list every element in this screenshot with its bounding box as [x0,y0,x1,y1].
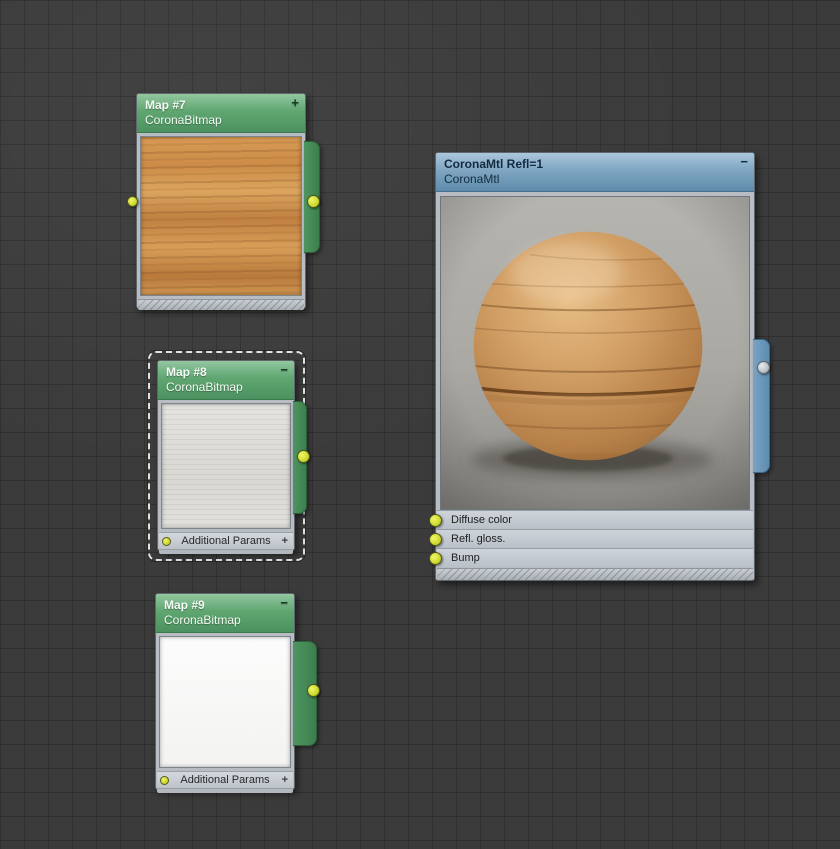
collapse-icon[interactable]: − [740,155,748,169]
slot-row-diffuse-color[interactable]: Diffuse color [429,510,753,529]
map9-additional-params-row[interactable]: Additional Params + [157,771,293,788]
node-map9[interactable]: Map #9 CoronaBitmap − Additional Params … [155,593,320,793]
map7-resize-grip[interactable] [138,299,304,310]
map9-subtitle: CoronaBitmap [164,613,241,627]
material-render-preview[interactable] [440,196,750,510]
map8-subtitle: CoronaBitmap [166,380,243,394]
node-graph-canvas[interactable]: Map #7 CoronaBitmap + Map #8 CoronaBitma… [0,0,840,849]
diffuse-color-input-socket[interactable] [429,514,442,527]
slot-label-diffuse-color: Diffuse color [451,514,512,526]
map7-bitmap-preview[interactable] [140,136,302,296]
material-header[interactable]: CoronaMtl Refl=1 CoronaMtl − [436,153,754,192]
map9-output-socket[interactable] [307,684,320,697]
map8-output-socket[interactable] [297,450,310,463]
collapse-icon[interactable]: − [280,596,288,610]
material-output-tab[interactable] [753,339,770,473]
map8-bottom-strip [159,549,293,554]
map8-title: Map #8 [166,365,207,379]
bump-input-socket[interactable] [429,552,442,565]
map8-bitmap-preview[interactable] [161,403,291,529]
map9-params-label: Additional Params [180,774,270,786]
slot-label-bump: Bump [451,552,480,564]
map7-title: Map #7 [145,98,186,112]
refl-gloss-input-socket[interactable] [429,533,442,546]
map7-input-socket[interactable] [127,196,138,207]
slot-row-refl-gloss[interactable]: Refl. gloss. [429,529,753,548]
map9-header[interactable]: Map #9 CoronaBitmap − [156,594,294,633]
map9-bottom-strip [157,788,293,793]
map9-params-socket[interactable] [160,776,169,785]
map9-title: Map #9 [164,598,205,612]
node-map7[interactable]: Map #7 CoronaBitmap + [127,93,320,310]
map8-header[interactable]: Map #8 CoronaBitmap − [158,361,294,400]
map8-additional-params-row[interactable]: Additional Params + [159,532,293,549]
node-map8[interactable]: Map #8 CoronaBitmap − Additional Params … [157,360,310,554]
map7-header[interactable]: Map #7 CoronaBitmap + [137,94,305,133]
material-title: CoronaMtl Refl=1 [444,157,544,171]
node-coronamtl[interactable]: CoronaMtl Refl=1 CoronaMtl − Diffuse col… [429,152,770,581]
map8-params-socket[interactable] [162,537,171,546]
map8-params-label: Additional Params [181,535,271,547]
map7-output-socket[interactable] [307,195,320,208]
material-subtitle: CoronaMtl [444,172,500,186]
collapse-icon[interactable]: − [280,363,288,377]
slot-row-bump[interactable]: Bump [429,548,753,567]
sphere-render [441,197,749,509]
map8-params-expand-icon[interactable]: + [282,533,288,549]
map9-params-expand-icon[interactable]: + [282,772,288,788]
map7-subtitle: CoronaBitmap [145,113,222,127]
map9-bitmap-preview[interactable] [159,636,291,768]
material-output-socket[interactable] [757,361,770,374]
material-resize-grip[interactable] [437,568,753,580]
slot-label-refl-gloss: Refl. gloss. [451,533,506,545]
expand-icon[interactable]: + [291,96,299,110]
